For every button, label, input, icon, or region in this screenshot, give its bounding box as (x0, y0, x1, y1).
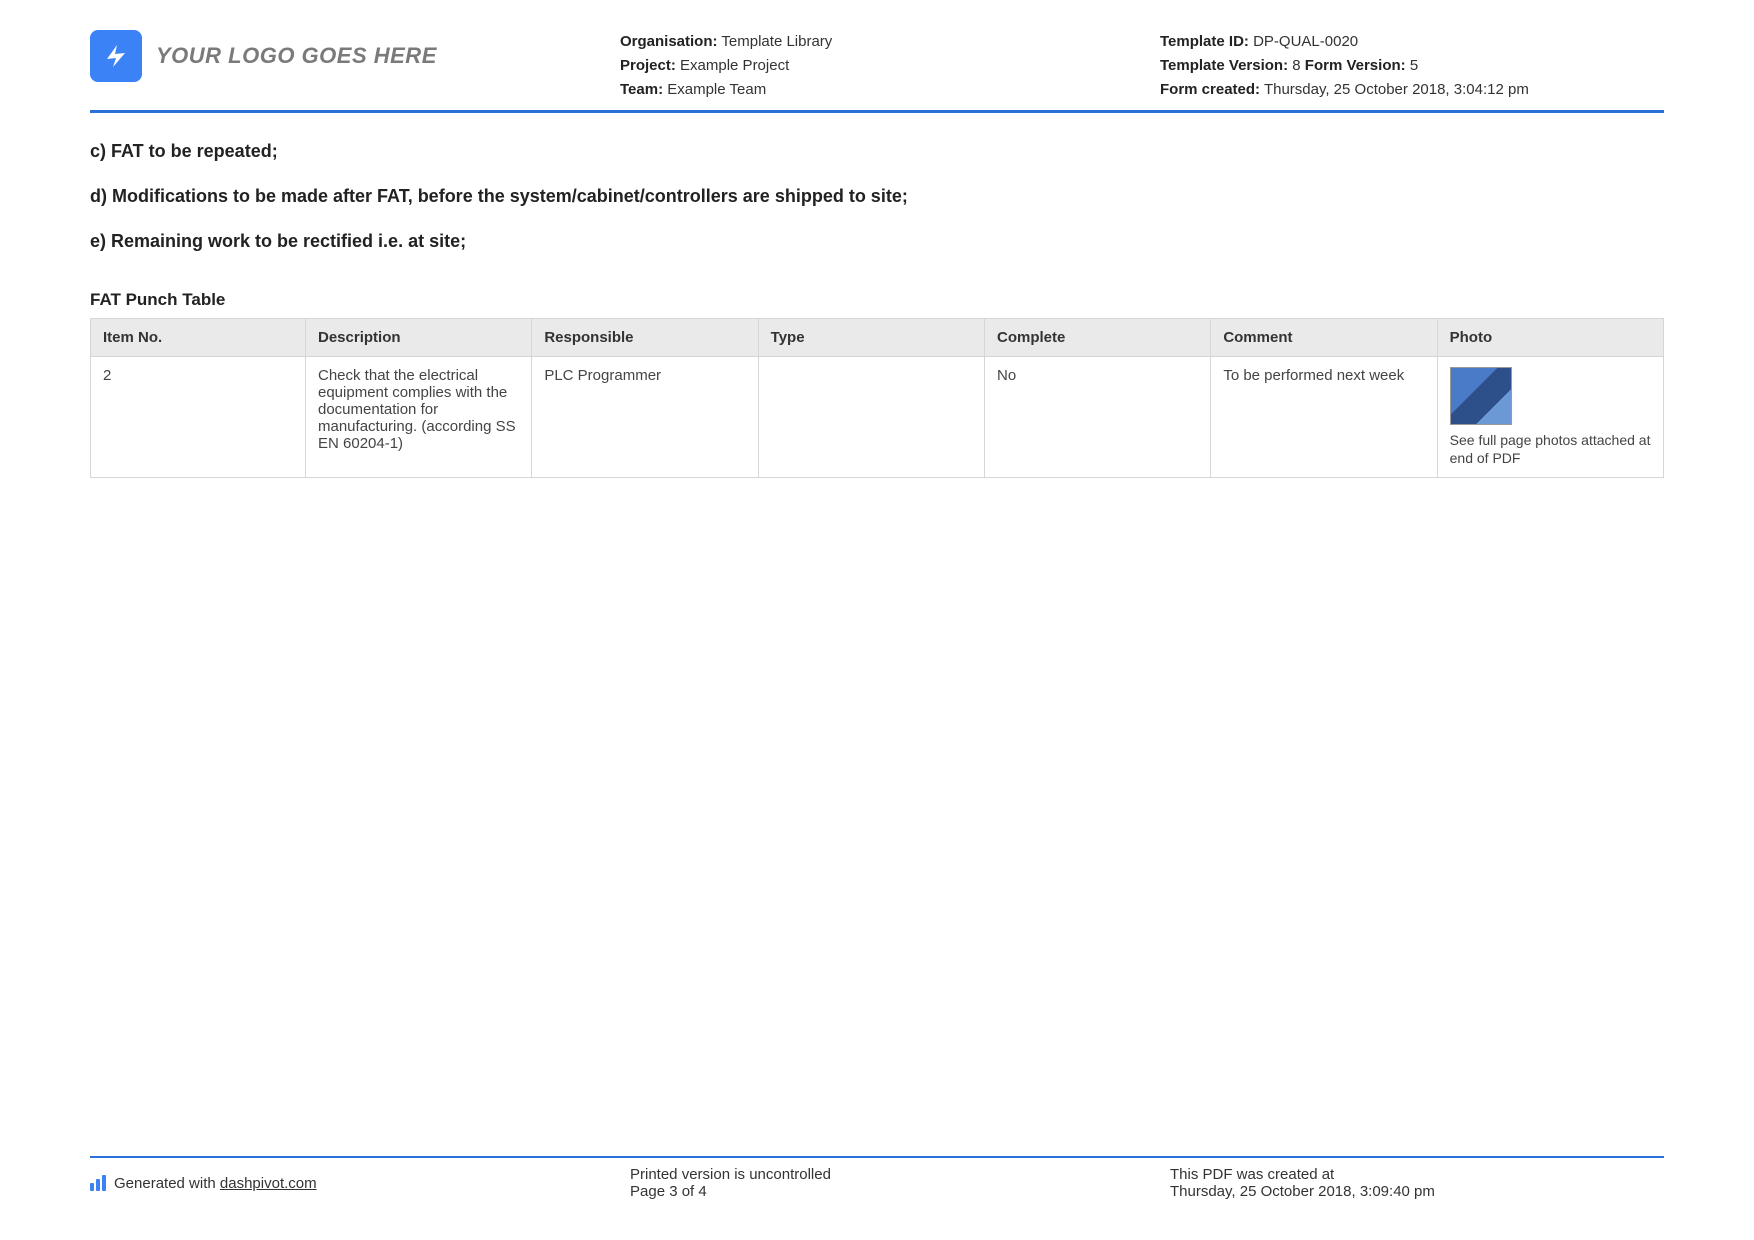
line-d: d) Modifications to be made after FAT, b… (90, 186, 1664, 207)
logo-block: YOUR LOGO GOES HERE (90, 30, 620, 82)
cell-item-no: 2 (91, 357, 306, 478)
th-description: Description (306, 319, 532, 357)
team-label: Team: (620, 81, 663, 98)
photo-thumbnail-icon (1450, 367, 1512, 425)
logo-placeholder-text: YOUR LOGO GOES HERE (156, 43, 437, 69)
cell-complete: No (984, 357, 1210, 478)
table-title: FAT Punch Table (90, 290, 1664, 310)
generated-link[interactable]: dashpivot.com (220, 1175, 317, 1192)
template-version-value: 8 (1292, 57, 1300, 74)
generated-prefix: Generated with (114, 1175, 220, 1192)
th-type: Type (758, 319, 984, 357)
cell-photo: See full page photos attached at end of … (1437, 357, 1663, 478)
cell-description: Check that the electrical equipment comp… (306, 357, 532, 478)
footer-right: This PDF was created at Thursday, 25 Oct… (1170, 1166, 1664, 1200)
cell-comment: To be performed next week (1211, 357, 1437, 478)
pdf-created-value: Thursday, 25 October 2018, 3:09:40 pm (1170, 1183, 1664, 1200)
th-complete: Complete (984, 319, 1210, 357)
meta-middle: Organisation: Template Library Project: … (620, 30, 1160, 102)
th-item-no: Item No. (91, 319, 306, 357)
organisation-label: Organisation: (620, 33, 718, 50)
punch-table: Item No. Description Responsible Type Co… (90, 318, 1664, 478)
body-section: c) FAT to be repeated; d) Modifications … (90, 141, 1664, 252)
th-comment: Comment (1211, 319, 1437, 357)
form-created-label: Form created: (1160, 81, 1260, 98)
form-version-value: 5 (1410, 57, 1418, 74)
th-photo: Photo (1437, 319, 1663, 357)
cell-responsible: PLC Programmer (532, 357, 758, 478)
organisation-value: Template Library (721, 33, 832, 50)
logo-icon (90, 30, 142, 82)
table-row: 2 Check that the electrical equipment co… (91, 357, 1664, 478)
project-label: Project: (620, 57, 676, 74)
template-version-label: Template Version: (1160, 57, 1288, 74)
footer-generated: Generated with dashpivot.com (90, 1166, 630, 1200)
template-id-value: DP-QUAL-0020 (1253, 33, 1358, 50)
document-footer: Generated with dashpivot.com Printed ver… (90, 1156, 1664, 1200)
meta-right: Template ID: DP-QUAL-0020 Template Versi… (1160, 30, 1664, 102)
photo-note: See full page photos attached at end of … (1450, 431, 1651, 467)
project-value: Example Project (680, 57, 789, 74)
bars-icon (90, 1175, 106, 1191)
page-number: Page 3 of 4 (630, 1183, 1170, 1200)
uncontrolled-text: Printed version is uncontrolled (630, 1166, 1170, 1183)
line-c: c) FAT to be repeated; (90, 141, 1664, 162)
th-responsible: Responsible (532, 319, 758, 357)
document-header: YOUR LOGO GOES HERE Organisation: Templa… (90, 30, 1664, 113)
pdf-created-label: This PDF was created at (1170, 1166, 1664, 1183)
line-e: e) Remaining work to be rectified i.e. a… (90, 231, 1664, 252)
footer-middle: Printed version is uncontrolled Page 3 o… (630, 1166, 1170, 1200)
team-value: Example Team (667, 81, 766, 98)
form-created-value: Thursday, 25 October 2018, 3:04:12 pm (1264, 81, 1529, 98)
template-id-label: Template ID: (1160, 33, 1249, 50)
form-version-label: Form Version: (1305, 57, 1406, 74)
cell-type (758, 357, 984, 478)
table-header-row: Item No. Description Responsible Type Co… (91, 319, 1664, 357)
